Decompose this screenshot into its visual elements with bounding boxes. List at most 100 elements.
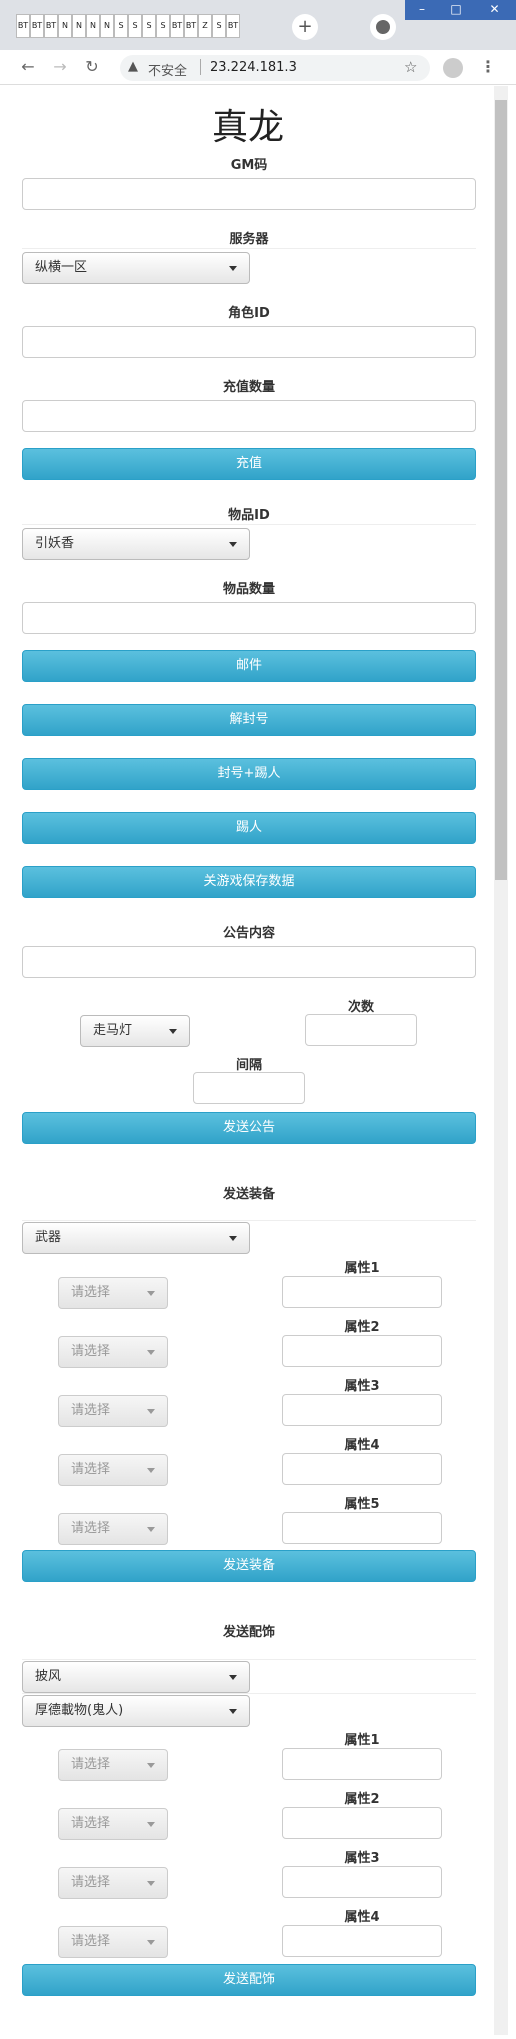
divider — [22, 1659, 476, 1660]
notice-type-value: 走马灯 — [93, 1023, 133, 1038]
role-id-input[interactable] — [22, 326, 476, 358]
send-notice-button[interactable]: 发送公告 — [22, 1112, 476, 1144]
kick-button[interactable]: 踢人 — [22, 812, 476, 844]
accessory-item-select[interactable]: 厚德載物(鬼人) — [22, 1695, 250, 1727]
equip-attr-input[interactable] — [282, 1512, 442, 1544]
forward-icon[interactable]: → — [48, 55, 72, 79]
recharge-amount-label: 充值数量 — [222, 380, 275, 395]
accessory-attr-input[interactable] — [282, 1807, 442, 1839]
times-label: 次数 — [347, 1000, 374, 1015]
item-select[interactable]: 引妖香 — [22, 528, 250, 560]
accessory-attr-select-value: 请选择 — [71, 1934, 111, 1949]
tab-strip: BT BT BT N N N N S S S S BT BT Z S BT + … — [0, 0, 516, 50]
send-equip-button[interactable]: 发送装备 — [22, 1550, 476, 1582]
warning-icon: ▲ — [128, 59, 138, 74]
recharge-button[interactable]: 充值 — [22, 448, 476, 480]
send-accessory-button[interactable]: 发送配饰 — [22, 1964, 476, 1996]
equip-attr-select-value: 请选择 — [71, 1462, 111, 1477]
equip-attr-select-value: 请选择 — [71, 1285, 111, 1300]
equip-attr-input[interactable] — [282, 1335, 442, 1367]
accessory-type-select[interactable]: 披风 — [22, 1661, 250, 1693]
back-icon[interactable]: ← — [16, 55, 40, 79]
address-bar[interactable]: ▲ 不安全 23.224.181.3 ☆ — [120, 55, 430, 81]
equip-attr-select[interactable]: 请选择 — [58, 1395, 168, 1427]
browser-tab[interactable]: BT — [170, 14, 184, 38]
equip-attr-select[interactable]: 请选择 — [58, 1454, 168, 1486]
interval-input[interactable] — [193, 1072, 305, 1104]
notice-type-select[interactable]: 走马灯 — [80, 1015, 190, 1047]
equip-attr-label: 属性1 — [344, 1261, 380, 1276]
equip-attr-select[interactable]: 请选择 — [58, 1277, 168, 1309]
accessory-attr-select[interactable]: 请选择 — [58, 1926, 168, 1958]
accessory-attr-select[interactable]: 请选择 — [58, 1867, 168, 1899]
browser-tab[interactable]: BT — [44, 14, 58, 38]
avatar-icon[interactable] — [443, 58, 463, 78]
url-text: 23.224.181.3 — [210, 60, 297, 75]
role-id-label: 角色ID — [228, 306, 270, 321]
star-icon[interactable]: ☆ — [404, 58, 417, 76]
accessory-attr-select[interactable]: 请选择 — [58, 1808, 168, 1840]
scrollbar-thumb[interactable] — [495, 100, 507, 880]
equip-type-select[interactable]: 武器 — [22, 1222, 250, 1254]
browser-tab[interactable]: N — [100, 14, 114, 38]
browser-tab[interactable]: S — [142, 14, 156, 38]
browser-tab[interactable]: Z — [198, 14, 212, 38]
accessory-attr-label: 属性2 — [344, 1792, 380, 1807]
equip-attr-label: 属性4 — [344, 1438, 380, 1453]
equip-attr-select[interactable]: 请选择 — [58, 1336, 168, 1368]
divider — [200, 59, 201, 75]
accessory-item-value: 厚德載物(鬼人) — [35, 1703, 124, 1718]
equip-attr-input[interactable] — [282, 1394, 442, 1426]
item-count-input[interactable] — [22, 602, 476, 634]
mail-button[interactable]: 邮件 — [22, 650, 476, 682]
recharge-amount-input[interactable] — [22, 400, 476, 432]
equip-attr-select-value: 请选择 — [71, 1403, 111, 1418]
unban-button[interactable]: 解封号 — [22, 704, 476, 736]
send-accessory-heading: 发送配饰 — [222, 1625, 275, 1640]
interval-label: 间隔 — [235, 1058, 262, 1073]
shutdown-save-button[interactable]: 关游戏保存数据 — [22, 866, 476, 898]
browser-toolbar: ← → ↻ ▲ 不安全 23.224.181.3 ☆ ⋮ — [0, 50, 516, 85]
maximize-button[interactable]: □ — [439, 0, 473, 20]
browser-tab[interactable]: BT — [30, 14, 44, 38]
caret-down-icon — [229, 1236, 237, 1241]
times-input[interactable] — [305, 1014, 417, 1046]
equip-attr-label: 属性2 — [344, 1320, 380, 1335]
equip-attr-input[interactable] — [282, 1453, 442, 1485]
accessory-attr-input[interactable] — [282, 1925, 442, 1957]
equip-attr-select-value: 请选择 — [71, 1344, 111, 1359]
caret-down-icon — [147, 1291, 155, 1296]
minimize-button[interactable]: – — [405, 0, 439, 20]
close-button[interactable]: ✕ — [473, 0, 516, 20]
server-select[interactable]: 纵横一区 — [22, 252, 250, 284]
browser-tab[interactable]: N — [86, 14, 100, 38]
item-count-label: 物品数量 — [222, 582, 275, 597]
browser-tab-active[interactable]: BT — [226, 14, 240, 38]
browser-tab[interactable]: BT — [184, 14, 198, 38]
gm-code-label: GM码 — [230, 158, 268, 173]
download-icon — [376, 20, 390, 34]
accessory-attr-select[interactable]: 请选择 — [58, 1749, 168, 1781]
browser-tab[interactable]: S — [114, 14, 128, 38]
accessory-attr-input[interactable] — [282, 1866, 442, 1898]
profile-download-button[interactable] — [370, 14, 396, 40]
caret-down-icon — [147, 1527, 155, 1532]
ban-kick-button[interactable]: 封号+踢人 — [22, 758, 476, 790]
gm-code-input[interactable] — [22, 178, 476, 210]
browser-tab[interactable]: N — [58, 14, 72, 38]
browser-tab[interactable]: S — [128, 14, 142, 38]
caret-down-icon — [229, 542, 237, 547]
new-tab-button[interactable]: + — [292, 14, 318, 40]
equip-type-value: 武器 — [35, 1230, 62, 1245]
browser-tab[interactable]: BT — [16, 14, 30, 38]
menu-icon[interactable]: ⋮ — [476, 55, 500, 79]
reload-icon[interactable]: ↻ — [80, 55, 104, 79]
browser-tab[interactable]: S — [156, 14, 170, 38]
equip-attr-input[interactable] — [282, 1276, 442, 1308]
browser-tab[interactable]: S — [212, 14, 226, 38]
browser-tab[interactable]: N — [72, 14, 86, 38]
accessory-attr-input[interactable] — [282, 1748, 442, 1780]
equip-attr-select[interactable]: 请选择 — [58, 1513, 168, 1545]
caret-down-icon — [147, 1881, 155, 1886]
notice-content-input[interactable] — [22, 946, 476, 978]
